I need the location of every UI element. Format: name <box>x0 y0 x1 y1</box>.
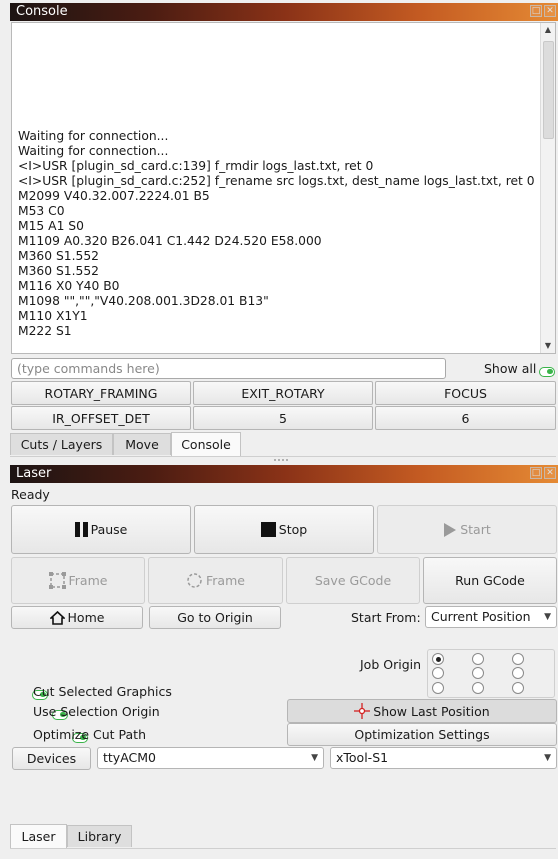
command-input[interactable] <box>11 358 446 379</box>
origin-top-center-radio[interactable] <box>472 653 484 665</box>
device-select[interactable]: xTool-S1 ▼ <box>330 747 557 769</box>
home-icon <box>49 610 65 625</box>
rubber-band-frame-icon <box>187 573 202 588</box>
console-line: <I>USR [plugin_sd_card.c:252] f_rename s… <box>18 174 535 188</box>
stop-icon <box>260 522 276 537</box>
use-selection-origin-label: Use Selection Origin <box>33 704 160 719</box>
start-label: Start <box>460 522 491 537</box>
chevron-down-icon: ▼ <box>544 612 551 622</box>
frame-icon <box>48 572 66 589</box>
chevron-down-icon: ▼ <box>544 753 551 763</box>
macro-focus-button[interactable]: FOCUS <box>375 381 556 405</box>
origin-center-radio[interactable] <box>472 667 484 679</box>
tab-move[interactable]: Move <box>113 433 171 455</box>
show-all-label: Show all <box>484 361 537 376</box>
origin-top-left-radio[interactable] <box>432 653 444 665</box>
console-output[interactable]: Waiting for connection... Waiting for con… <box>11 22 556 354</box>
run-gcode-button[interactable]: Run GCode <box>423 557 557 604</box>
scrollbar-thumb[interactable] <box>543 41 554 139</box>
go-to-origin-button[interactable]: Go to Origin <box>149 606 281 629</box>
job-origin-label: Job Origin <box>360 657 422 672</box>
job-origin-grid <box>427 649 555 698</box>
console-line: M360 S1.552 <box>18 249 99 263</box>
close-panel-icon[interactable]: ✕ <box>544 467 556 479</box>
macro-6-button[interactable]: 6 <box>375 406 556 430</box>
console-line: M2099 V40.32.007.2224.01 B5 <box>18 189 210 203</box>
port-value: ttyACM0 <box>103 750 156 765</box>
play-icon <box>444 522 457 537</box>
console-line: M360 S1.552 <box>18 264 99 278</box>
scroll-up-icon[interactable]: ▲ <box>541 23 555 37</box>
stop-button[interactable]: Stop <box>194 505 374 554</box>
stop-label: Stop <box>278 522 308 537</box>
console-line: M222 S1 <box>18 324 72 338</box>
console-line: M110 X1Y1 <box>18 309 88 323</box>
laser-titlebar: Laser □ ✕ <box>10 465 558 483</box>
macro-ir-offset-button[interactable]: IR_OFFSET_DET <box>11 406 191 430</box>
tab-library[interactable]: Library <box>67 825 132 847</box>
console-titlebar: Console □ ✕ <box>10 3 558 21</box>
console-line: M1109 A0.320 B26.041 C1.442 D24.520 E58.… <box>18 234 322 248</box>
origin-top-right-radio[interactable] <box>512 653 524 665</box>
close-panel-icon[interactable]: ✕ <box>544 5 556 17</box>
frame-label: Frame <box>68 573 108 588</box>
home-button[interactable]: Home <box>11 606 143 629</box>
float-panel-icon[interactable]: □ <box>530 467 542 479</box>
devices-button[interactable]: Devices <box>12 747 91 770</box>
macro-rotary-framing-button[interactable]: ROTARY_FRAMING <box>11 381 191 405</box>
device-value: xTool-S1 <box>336 750 389 765</box>
console-log: Waiting for connection... Waiting for con… <box>18 129 537 339</box>
scroll-down-icon[interactable]: ▼ <box>541 339 555 353</box>
tab-laser[interactable]: Laser <box>10 824 67 848</box>
home-label: Home <box>67 610 105 625</box>
start-button[interactable]: Start <box>377 505 557 554</box>
panel-splitter[interactable] <box>274 459 288 463</box>
console-line: M1098 "","","V40.208.001.3D28.01 B13" <box>18 294 269 308</box>
start-from-label: Start From: <box>351 610 421 625</box>
console-line: M53 C0 <box>18 204 65 218</box>
pause-icon <box>74 522 88 537</box>
save-gcode-button[interactable]: Save GCode <box>286 557 420 604</box>
laser-title: Laser <box>16 466 52 481</box>
console-line: M15 A1 S0 <box>18 219 84 233</box>
show-last-position-label: Show Last Position <box>373 703 490 719</box>
pause-label: Pause <box>90 522 128 537</box>
rubber-band-frame-label: Frame <box>206 573 245 588</box>
port-select[interactable]: ttyACM0 ▼ <box>97 747 324 769</box>
crosshair-icon <box>354 703 371 719</box>
origin-bottom-left-radio[interactable] <box>432 682 444 694</box>
rubber-band-frame-button[interactable]: Frame <box>148 557 283 604</box>
console-scrollbar[interactable]: ▲ ▼ <box>540 23 555 353</box>
tab-cuts-layers[interactable]: Cuts / Layers <box>10 433 113 455</box>
console-line: Waiting for connection... <box>18 129 169 143</box>
console-title: Console <box>16 4 68 19</box>
tab-console[interactable]: Console <box>171 432 241 456</box>
optimization-settings-button[interactable]: Optimization Settings <box>287 723 557 746</box>
float-panel-icon[interactable]: □ <box>530 5 542 17</box>
laser-status: Ready <box>11 487 50 502</box>
start-from-value: Current Position <box>431 609 531 624</box>
cut-selected-label: Cut Selected Graphics <box>33 684 172 699</box>
pause-button[interactable]: Pause <box>11 505 191 554</box>
macro-exit-rotary-button[interactable]: EXIT_ROTARY <box>193 381 373 405</box>
chevron-down-icon: ▼ <box>311 753 318 763</box>
origin-bottom-center-radio[interactable] <box>472 682 484 694</box>
show-last-position-button[interactable]: Show Last Position <box>287 699 557 723</box>
show-all-toggle[interactable] <box>539 366 555 377</box>
frame-button[interactable]: Frame <box>11 557 145 604</box>
start-from-select[interactable]: Current Position ▼ <box>425 606 557 628</box>
origin-middle-left-radio[interactable] <box>432 667 444 679</box>
origin-bottom-right-radio[interactable] <box>512 682 524 694</box>
origin-middle-right-radio[interactable] <box>512 667 524 679</box>
macro-5-button[interactable]: 5 <box>193 406 373 430</box>
console-line: M116 X0 Y40 B0 <box>18 279 120 293</box>
console-line: Waiting for connection... <box>18 144 169 158</box>
console-line: <I>USR [plugin_sd_card.c:139] f_rmdir lo… <box>18 159 374 173</box>
optimize-cut-path-label: Optimize Cut Path <box>33 727 147 742</box>
